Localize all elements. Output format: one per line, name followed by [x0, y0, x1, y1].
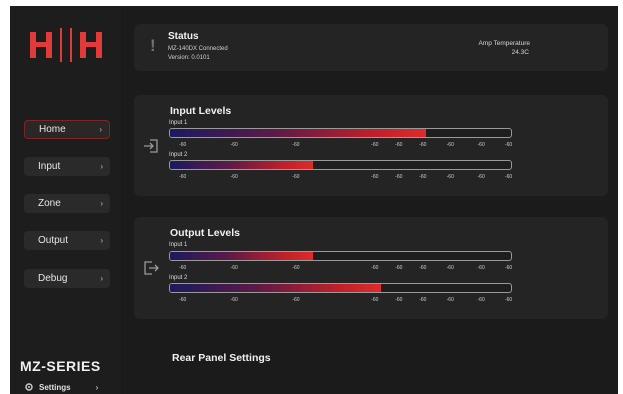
tick-label: -60: [179, 174, 187, 180]
tick-label: -60: [446, 265, 454, 271]
level-meter-fill: [170, 161, 314, 169]
tick-label: -60: [179, 265, 187, 271]
tick-label: -60: [230, 265, 238, 271]
sidebar-item-output[interactable]: Output ›: [24, 231, 110, 250]
sidebar-item-debug[interactable]: Debug ›: [24, 269, 110, 288]
sidebar-item-label: Output: [38, 235, 69, 246]
chevron-right-icon: ›: [100, 199, 103, 208]
meter-tick-labels: -60 -60 -60 -60 -60 -60 -60 -60 -60: [169, 142, 512, 149]
tick-label: -60: [292, 265, 300, 271]
tick-label: -60: [504, 142, 513, 148]
tick-label: -60: [419, 297, 427, 303]
chevron-right-icon: ›: [100, 162, 103, 171]
input-arrow-icon: [144, 139, 158, 153]
level-meter-fill: [170, 284, 382, 292]
settings-label: Settings: [39, 382, 71, 392]
tick-label: -60: [230, 174, 238, 180]
tick-label: -60: [292, 142, 300, 148]
channel-label: Input 2: [169, 275, 188, 281]
tick-label: -60: [395, 174, 403, 180]
meter-tick-labels: -60 -60 -60 -60 -60 -60 -60 -60 -60: [169, 297, 512, 304]
sidebar-item-home[interactable]: Home ›: [24, 120, 110, 139]
tick-label: -60: [395, 297, 403, 303]
channel-label: Input 1: [169, 242, 188, 248]
channel-label: Input 1: [169, 120, 188, 126]
level-meter: [169, 283, 512, 293]
rear-panel-settings-title: Rear Panel Settings: [172, 352, 271, 364]
tick-label: -60: [477, 297, 485, 303]
tick-label: -60: [446, 297, 454, 303]
tick-label: -60: [395, 142, 403, 148]
tick-label: -60: [504, 265, 513, 271]
tick-label: -60: [504, 297, 513, 303]
tick-label: -60: [292, 174, 300, 180]
input-levels-title: Input Levels: [170, 105, 232, 117]
sidebar-item-label: Zone: [38, 198, 61, 209]
exclamation-icon: !: [150, 36, 156, 55]
sidebar-item-zone[interactable]: Zone ›: [24, 194, 110, 213]
level-meter-fill: [170, 129, 426, 137]
tick-label: -60: [419, 142, 427, 148]
channel-label: Input 2: [169, 152, 188, 158]
tick-label: -60: [419, 265, 427, 271]
tick-label: -60: [230, 297, 238, 303]
chevron-right-icon: ›: [100, 274, 103, 283]
tick-label: -60: [446, 174, 454, 180]
tick-label: -60: [371, 142, 379, 148]
tick-label: -60: [477, 174, 485, 180]
chevron-right-icon: ›: [99, 125, 102, 134]
output-levels-panel: Output Levels Input 1 -60 -60 -60 -60 -60 -60…: [134, 217, 608, 319]
tick-label: -60: [477, 265, 485, 271]
chevron-right-icon: ›: [95, 382, 99, 392]
status-title: Status: [168, 31, 199, 42]
meter-tick-labels: -60 -60 -60 -60 -60 -60 -60 -60 -60: [169, 265, 512, 272]
output-levels-title: Output Levels: [170, 227, 241, 239]
app-window: Home › Input › Zone › Output › Debug › M…: [10, 6, 618, 394]
level-meter-fill: [170, 252, 314, 260]
sidebar: Home › Input › Zone › Output › Debug › M…: [10, 6, 121, 394]
settings-button[interactable]: Settings ›: [24, 382, 98, 392]
chevron-right-icon: ›: [100, 236, 103, 245]
level-meter: [169, 160, 512, 170]
tick-label: -60: [371, 265, 379, 271]
output-arrow-icon: [144, 261, 159, 275]
tick-label: -60: [419, 174, 427, 180]
tick-label: -60: [504, 174, 513, 180]
sidebar-item-input[interactable]: Input ›: [24, 157, 110, 176]
firmware-version: Version: 0.0101: [168, 55, 210, 61]
tick-label: -60: [477, 142, 485, 148]
tick-label: -60: [292, 297, 300, 303]
tick-label: -60: [446, 142, 454, 148]
sidebar-item-label: Debug: [38, 273, 68, 284]
tick-label: -60: [371, 297, 379, 303]
level-meter: [169, 128, 512, 138]
level-meter: [169, 251, 512, 261]
amp-temperature-value: 24.3C: [511, 49, 529, 56]
brand-logo: [30, 28, 102, 62]
tick-label: -60: [179, 297, 187, 303]
status-panel: ! Status MZ-140DX Connected Version: 0.0…: [134, 24, 608, 71]
tick-label: -60: [395, 265, 403, 271]
tick-label: -60: [179, 142, 187, 148]
gear-icon: [25, 383, 33, 391]
amp-temperature-label: Amp Temperature: [478, 40, 530, 47]
meter-tick-labels: -60 -60 -60 -60 -60 -60 -60 -60 -60: [169, 174, 512, 181]
input-levels-panel: Input Levels Input 1 -60 -60 -60 -60 -60 -60-…: [134, 95, 608, 196]
tick-label: -60: [371, 174, 379, 180]
brand-name: MZ-SERIES: [20, 358, 101, 374]
sidebar-item-label: Home: [39, 124, 66, 135]
sidebar-item-label: Input: [38, 161, 61, 172]
connection-status: MZ-140DX Connected: [168, 46, 228, 52]
tick-label: -60: [230, 142, 238, 148]
